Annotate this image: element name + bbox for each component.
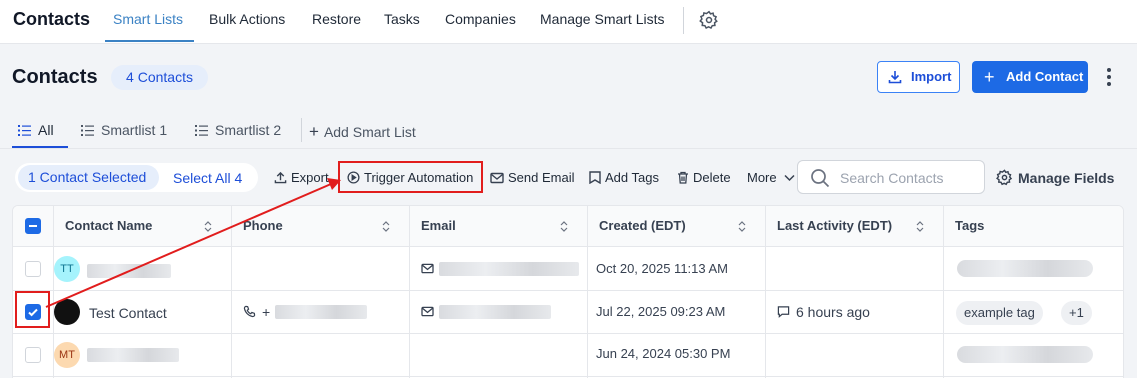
nav-tasks[interactable]: Tasks bbox=[384, 11, 420, 27]
tab-divider bbox=[301, 118, 302, 142]
column-header-created[interactable]: Created (EDT) bbox=[599, 206, 686, 247]
search-input[interactable] bbox=[840, 168, 976, 188]
sort-icon[interactable] bbox=[916, 221, 924, 232]
contact-name[interactable]: Test Contact bbox=[89, 305, 167, 321]
highlight-box-trigger bbox=[338, 161, 483, 193]
sort-icon[interactable] bbox=[738, 221, 746, 232]
column-header-phone[interactable]: Phone bbox=[243, 206, 283, 247]
app-title: Contacts bbox=[13, 9, 91, 29]
page-title: Contacts bbox=[12, 66, 98, 88]
send-email-button[interactable]: Send Email bbox=[490, 170, 574, 185]
nav-companies[interactable]: Companies bbox=[445, 11, 516, 27]
more-label: More bbox=[747, 170, 777, 185]
add-tags-button[interactable]: Add Tags bbox=[589, 170, 659, 185]
nav-manage-smart-lists[interactable]: Manage Smart Lists bbox=[540, 11, 665, 27]
nav-divider bbox=[683, 7, 684, 34]
export-button[interactable]: Export bbox=[274, 170, 329, 185]
redacted-email bbox=[439, 305, 551, 319]
manage-fields-label: Manage Fields bbox=[1018, 170, 1115, 186]
redacted-tags bbox=[957, 346, 1093, 363]
mail-icon bbox=[421, 263, 434, 274]
column-header-email[interactable]: Email bbox=[421, 206, 456, 247]
tab-smartlist-2-label: Smartlist 2 bbox=[215, 122, 282, 138]
created-date: Jul 22, 2025 09:23 AM bbox=[596, 304, 726, 319]
nav-restore[interactable]: Restore bbox=[312, 11, 361, 27]
download-icon bbox=[888, 71, 902, 84]
sort-icon[interactable] bbox=[560, 221, 568, 232]
select-all-checkbox[interactable] bbox=[25, 218, 41, 234]
add-contact-button[interactable]: + Add Contact bbox=[972, 61, 1088, 93]
plus-icon: + bbox=[309, 122, 319, 141]
top-navigation: Contacts Smart Lists Bulk Actions Restor… bbox=[0, 0, 1137, 44]
tab-smartlist-2[interactable]: Smartlist 2 bbox=[195, 122, 281, 138]
more-dropdown[interactable]: More bbox=[747, 170, 799, 185]
chat-bubble-icon bbox=[777, 306, 790, 318]
export-label: Export bbox=[291, 170, 329, 185]
tabs-divider-line bbox=[0, 148, 1137, 149]
contacts-selected-indicator: 1 Contact Selected bbox=[18, 165, 159, 190]
avatar: TT bbox=[54, 256, 80, 282]
list-icon bbox=[18, 125, 31, 136]
mail-icon bbox=[421, 306, 434, 317]
import-button[interactable]: Import bbox=[877, 61, 960, 93]
import-label: Import bbox=[911, 69, 952, 84]
sort-icon[interactable] bbox=[204, 221, 212, 232]
redacted-phone bbox=[275, 305, 367, 319]
phone-prefix: + bbox=[262, 304, 271, 320]
column-header-tags: Tags bbox=[955, 218, 985, 233]
more-tags-chip[interactable]: +1 bbox=[1061, 301, 1092, 325]
add-smart-list-tab[interactable]: + Add Smart List bbox=[309, 122, 416, 142]
column-header-last-activity[interactable]: Last Activity (EDT) bbox=[777, 206, 892, 247]
add-contact-label: Add Contact bbox=[1006, 69, 1084, 84]
tab-smartlist-1[interactable]: Smartlist 1 bbox=[81, 122, 167, 138]
avatar-photo bbox=[54, 299, 80, 325]
created-date: Oct 20, 2025 11:13 AM bbox=[596, 261, 729, 276]
upload-icon bbox=[274, 171, 287, 184]
send-email-label: Send Email bbox=[508, 170, 575, 185]
column-header-contact-name[interactable]: Contact Name bbox=[65, 206, 152, 247]
delete-label: Delete bbox=[693, 170, 731, 185]
settings-gear-icon[interactable] bbox=[699, 10, 719, 30]
nav-smart-lists[interactable]: Smart Lists bbox=[113, 11, 183, 27]
contacts-table: Contact Name Phone Email Created (EDT) L… bbox=[12, 205, 1124, 378]
row-checkbox[interactable] bbox=[25, 347, 41, 363]
phone-icon bbox=[243, 305, 256, 318]
list-icon bbox=[81, 125, 94, 136]
add-tags-label: Add Tags bbox=[605, 170, 659, 185]
last-activity: 6 hours ago bbox=[796, 304, 870, 320]
created-date: Jun 24, 2024 05:30 PM bbox=[596, 346, 731, 361]
tag-chip: example tag bbox=[956, 301, 1043, 325]
tag-icon bbox=[589, 171, 601, 185]
nav-bulk-actions[interactable]: Bulk Actions bbox=[209, 11, 285, 27]
search-icon bbox=[811, 169, 830, 188]
tab-all[interactable]: All bbox=[18, 122, 54, 138]
sort-icon[interactable] bbox=[382, 221, 390, 232]
mail-icon bbox=[490, 172, 504, 184]
list-icon bbox=[195, 125, 208, 136]
redacted-name bbox=[87, 348, 179, 362]
tab-all-label: All bbox=[38, 122, 54, 138]
tab-smartlist-1-label: Smartlist 1 bbox=[101, 122, 168, 138]
more-options-kebab-icon[interactable] bbox=[1100, 65, 1118, 89]
redacted-email bbox=[439, 262, 579, 276]
row-checkbox[interactable] bbox=[25, 261, 41, 277]
gear-icon bbox=[996, 169, 1013, 186]
active-nav-indicator bbox=[105, 40, 194, 42]
redacted-tags bbox=[957, 260, 1093, 277]
plus-icon: + bbox=[984, 67, 995, 87]
delete-button[interactable]: Delete bbox=[677, 170, 731, 185]
redacted-name bbox=[87, 264, 171, 278]
add-smart-list-label: Add Smart List bbox=[323, 124, 416, 140]
manage-fields-button[interactable]: Manage Fields bbox=[996, 169, 1114, 186]
search-box bbox=[797, 160, 985, 194]
trash-icon bbox=[678, 171, 688, 184]
chevron-down-icon bbox=[784, 174, 795, 182]
highlight-box-checkbox bbox=[15, 291, 50, 328]
avatar: MT bbox=[54, 342, 80, 368]
select-all-link[interactable]: Select All 4 bbox=[173, 170, 242, 186]
contact-count-badge: 4 Contacts bbox=[111, 65, 208, 90]
